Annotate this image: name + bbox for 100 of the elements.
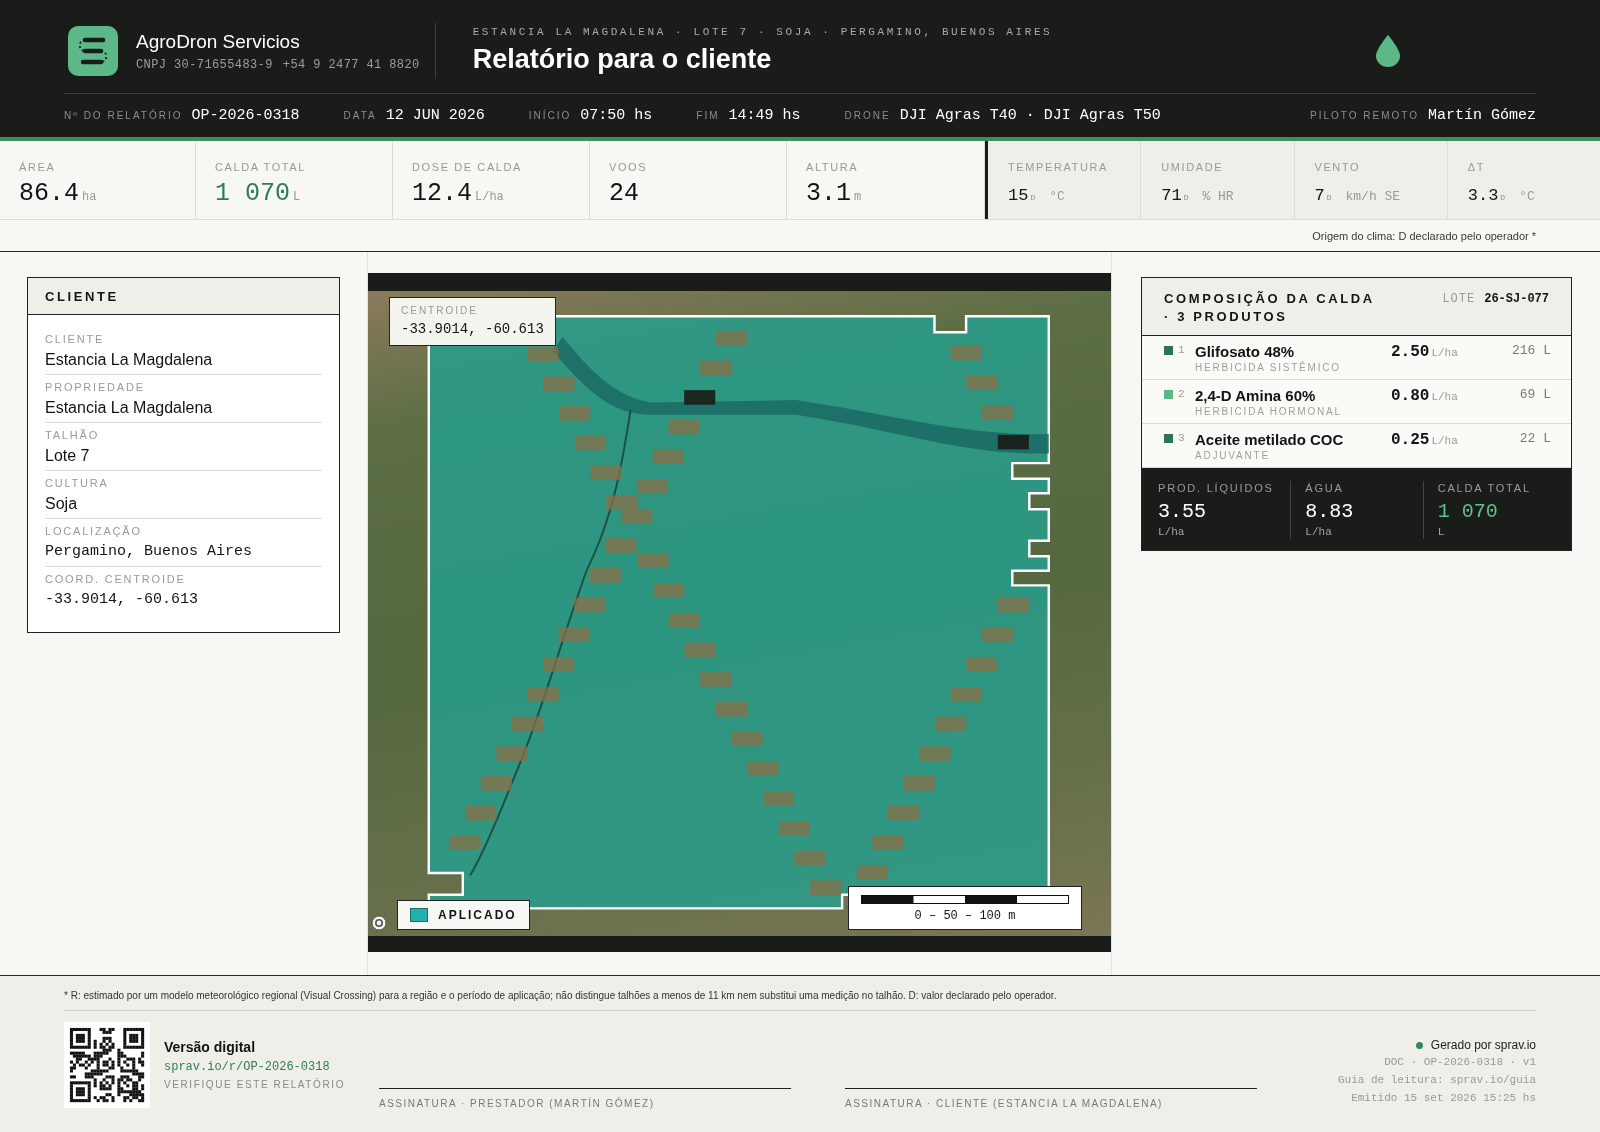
untreated-strip — [637, 553, 669, 568]
product-index: 2 — [1178, 388, 1185, 400]
report-link[interactable]: sprav.io/r/OP-2026-0318 — [164, 1059, 357, 1075]
meta-value: DJI Agras T40 · DJI Agras T50 — [899, 107, 1161, 124]
signature-line: ASSINATURA · CLIENTE (ESTANCIA LA MAGDALENA) — [845, 1088, 1257, 1110]
untreated-strip — [590, 465, 622, 481]
source-mark: D — [1030, 194, 1036, 202]
summary-value: 3.55 — [1158, 499, 1207, 525]
meta-value: 14:49 hs — [728, 107, 801, 124]
weather-value: 7 — [1314, 185, 1325, 207]
summary-value: 8.83 — [1305, 499, 1355, 525]
product-category: ADJUVANTE — [1195, 449, 1271, 462]
source-mark: D — [1500, 194, 1506, 202]
field-value: Lote 7 — [45, 446, 91, 466]
field-value: Soja — [45, 494, 79, 514]
untreated-strip — [589, 568, 621, 583]
stat-label: ÁREA — [19, 161, 57, 174]
stat-label: DOSE DE CALDA — [412, 161, 524, 174]
untreated-strip — [966, 657, 998, 672]
weather-unit: °C — [1049, 189, 1065, 204]
stat-value: 86.4 — [19, 180, 79, 208]
meta-label: DATA — [343, 110, 377, 121]
field-value: Pergamino, Buenos Aires — [45, 542, 254, 562]
status-dot-icon — [1415, 1041, 1423, 1049]
field-label: LOCALIZAÇÃO — [45, 524, 143, 538]
water-drop-icon — [1376, 34, 1400, 67]
company-name: AgroDron Servicios — [136, 29, 301, 53]
scale-label: 0 – 50 – 100 m — [914, 909, 1016, 923]
weather-label: ΔT — [1467, 161, 1487, 174]
untreated-strip — [700, 672, 732, 687]
meta-label: Nº DO RELATÓRIO — [64, 110, 183, 121]
footnote-text: * R: estimado por um modelo meteorológico regional (Visual Crossing) para a região e o período de aplicação; não distingue talhões a menos de 11 km nem substitui uma medição no talhão. D: valor declarado pelo operador. — [64, 989, 1058, 1002]
untreated-strip — [543, 657, 575, 672]
meta-label: FIM — [696, 110, 720, 121]
logo-icon — [68, 25, 118, 76]
stat-value: 24 — [609, 180, 639, 208]
batch-label: LOTE — [1442, 292, 1476, 306]
field-label: COORD. CENTROIDE — [45, 572, 187, 586]
weather-value: 71 — [1161, 185, 1182, 207]
weather-value: 15 — [1008, 185, 1029, 207]
weather-unit: km/h SE — [1345, 189, 1401, 204]
untreated-strip — [966, 375, 998, 391]
dose-value: 0.80 — [1391, 386, 1430, 406]
scale-bar-icon — [861, 895, 1069, 904]
stat-value: 12.4 — [412, 180, 472, 208]
weather-unit: °C — [1519, 189, 1535, 204]
digital-version-title: Versão digital — [164, 1038, 257, 1056]
field-label: PROPRIEDADE — [45, 380, 146, 394]
weather-unit: % HR — [1202, 189, 1234, 204]
batch-number: 26-SJ-077 — [1484, 292, 1549, 306]
meta-value: Martín Gómez — [1427, 107, 1536, 124]
untreated-strip — [543, 376, 575, 391]
field-value: Estancia La Magdalena — [45, 398, 214, 418]
untreated-strip — [480, 776, 512, 791]
untreated-strip — [559, 406, 591, 421]
meta-label: PILOTO REMOTO — [1310, 110, 1419, 121]
coordinates-text: -33.9014, -60.613 — [401, 320, 544, 339]
summary-unit: L/ha — [1158, 525, 1186, 539]
generator-text: Gerado por sprav.io — [1430, 1037, 1536, 1053]
dose-unit: L/ha — [1431, 347, 1458, 359]
untreated-strip — [652, 449, 684, 465]
document-info: DOC · OP-2026-0318 · v1 — [1384, 1055, 1536, 1070]
phone-number: +54 9 2477 41 8820 — [282, 57, 420, 72]
field-label: TALHÃO — [45, 428, 100, 442]
meta-value: 07:50 hs — [580, 107, 653, 124]
field-label: CULTURA — [45, 476, 110, 490]
stat-label: VOOS — [609, 161, 649, 174]
untreated-strip — [856, 865, 888, 880]
stat-label: ALTURA — [806, 161, 860, 174]
dose-value: 0.25 — [1391, 430, 1430, 450]
weather-source-note: Origem do clima: D declarado pelo operador * — [1312, 229, 1536, 242]
map-logo-icon — [371, 915, 387, 931]
untreated-strip — [605, 538, 637, 553]
tax-id: CNPJ 30-71655483-9 — [136, 57, 273, 72]
product-index: 1 — [1178, 344, 1185, 356]
untreated-strip — [763, 791, 795, 806]
product-total: 22 L — [1518, 430, 1551, 448]
weather-label: TEMPERATURA — [1008, 161, 1109, 174]
weather-label: VENTO — [1314, 161, 1362, 174]
summary-unit: L/ha — [1305, 525, 1333, 539]
untreated-strip — [950, 687, 982, 702]
meta-value: OP-2026-0318 — [191, 107, 300, 124]
product-category: HERBICIDA HORMONAL — [1195, 405, 1343, 418]
card-title: CLIENTE — [45, 288, 119, 306]
stat-unit: ha — [82, 190, 97, 204]
legend-label: APLICADO — [438, 908, 517, 922]
stat-value: 3.1 — [806, 180, 851, 208]
untreated-strip — [982, 405, 1014, 420]
stat-unit: L — [293, 190, 301, 204]
callout-label: CENTROIDE — [401, 304, 479, 317]
untreated-strip — [715, 702, 748, 717]
untreated-strip — [747, 761, 779, 776]
signature-line: ASSINATURA · PRESTADOR (MARTÍN GÓMEZ) — [379, 1088, 791, 1110]
dose-unit: L/ha — [1431, 435, 1458, 447]
product-name: Aceite metilado COC — [1195, 430, 1345, 449]
stat-value: 1 070 — [215, 180, 290, 208]
report-breadcrumb: ESTANCIA LA MAGDALENA · LOTE 7 · SOJA · PERGAMINO, BUENOS AIRES — [472, 26, 1053, 38]
summary-value: 1 070 — [1437, 499, 1499, 525]
product-index: 3 — [1178, 432, 1185, 444]
untreated-strip — [872, 835, 904, 850]
